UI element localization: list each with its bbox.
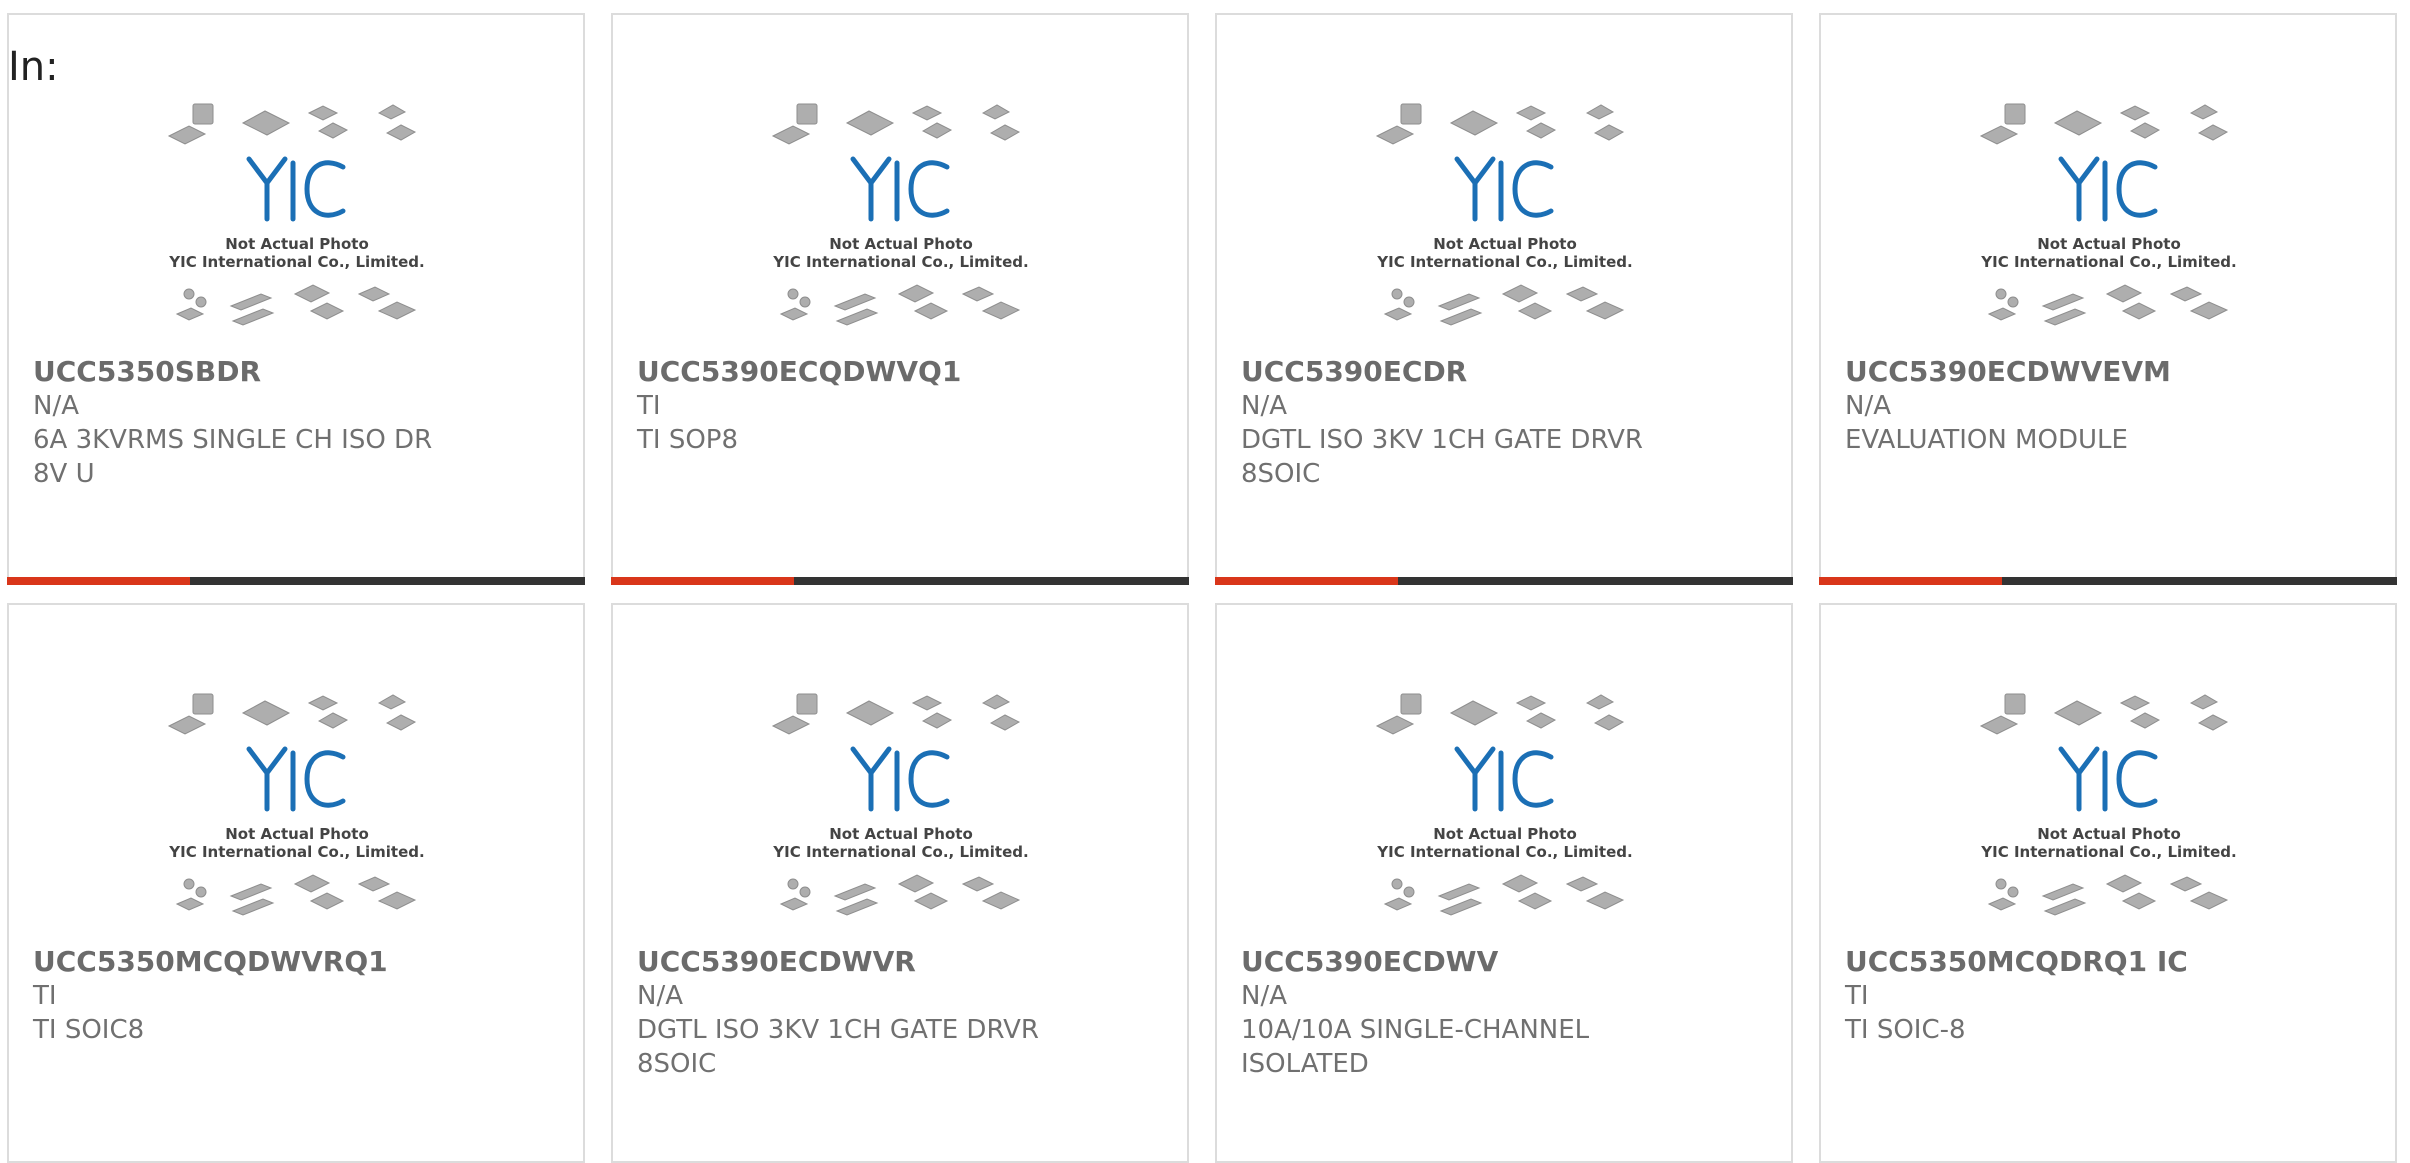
- product-image[interactable]: Not Actual Photo YIC International Co., …: [1979, 691, 2239, 931]
- part-number[interactable]: UCC5390ECDR: [1241, 355, 1781, 389]
- product-image[interactable]: Not Actual Photo YIC International Co., …: [1979, 101, 2239, 341]
- product-info: UCC5350SBDR N/A 6A 3KVRMS SINGLE CH ISO …: [33, 355, 573, 491]
- part-number[interactable]: UCC5350SBDR: [33, 355, 573, 389]
- product-card[interactable]: Not Actual Photo YIC International Co., …: [1819, 603, 2397, 1163]
- manufacturer: N/A: [33, 391, 79, 421]
- placeholder-caption-2: YIC International Co., Limited.: [1980, 253, 2236, 271]
- description: TI SOIC-8: [1845, 1015, 1966, 1045]
- placeholder-caption-2: YIC International Co., Limited.: [1376, 843, 1632, 861]
- placeholder-caption-2: YIC International Co., Limited.: [168, 843, 424, 861]
- card-accent-highlight: [7, 577, 190, 585]
- description: TI SOIC8: [33, 1015, 145, 1045]
- placeholder-caption-2: YIC International Co., Limited.: [772, 843, 1028, 861]
- product-info: UCC5390ECDWVEVM N/A EVALUATION MODULE: [1845, 355, 2385, 457]
- card-accent-bar: [7, 577, 585, 585]
- product-info: UCC5350MCQDWVRQ1 TI TI SOIC8: [33, 945, 573, 1047]
- part-number[interactable]: UCC5350MCQDWVRQ1: [33, 945, 573, 979]
- part-number[interactable]: UCC5350MCQDRQ1 IC: [1845, 945, 2385, 979]
- product-image[interactable]: Not Actual Photo YIC International Co., …: [1375, 101, 1635, 341]
- part-number[interactable]: UCC5390ECQDWVQ1: [637, 355, 1177, 389]
- description: EVALUATION MODULE: [1845, 425, 2128, 455]
- description: 10A/10A SINGLE-CHANNEL ISOLATED: [1241, 1015, 1590, 1079]
- placeholder-caption-1: Not Actual Photo: [829, 235, 973, 253]
- placeholder-caption-2: YIC International Co., Limited.: [1980, 843, 2236, 861]
- product-card[interactable]: Not Actual Photo YIC International Co., …: [1215, 13, 1793, 585]
- product-image[interactable]: Not Actual Photo YIC International Co., …: [167, 691, 427, 931]
- manufacturer: TI: [33, 981, 57, 1011]
- product-image[interactable]: Not Actual Photo YIC International Co., …: [771, 691, 1031, 931]
- product-card[interactable]: Not Actual Photo YIC International Co., …: [1819, 13, 2397, 585]
- product-card[interactable]: Not Actual Photo YIC International Co., …: [7, 603, 585, 1163]
- manufacturer: TI: [637, 391, 661, 421]
- card-accent-bar: [1819, 577, 2397, 585]
- product-card[interactable]: Not Actual Photo YIC International Co., …: [7, 13, 585, 585]
- placeholder-caption-1: Not Actual Photo: [225, 235, 369, 253]
- placeholder-caption-2: YIC International Co., Limited.: [1376, 253, 1632, 271]
- product-card[interactable]: Not Actual Photo YIC International Co., …: [611, 603, 1189, 1163]
- card-accent-bar: [1215, 577, 1793, 585]
- placeholder-caption-2: YIC International Co., Limited.: [772, 253, 1028, 271]
- product-image[interactable]: Not Actual Photo YIC International Co., …: [771, 101, 1031, 341]
- card-accent-highlight: [1215, 577, 1398, 585]
- product-info: UCC5350MCQDRQ1 IC TI TI SOIC-8: [1845, 945, 2385, 1047]
- manufacturer: N/A: [1241, 391, 1287, 421]
- placeholder-caption-2: YIC International Co., Limited.: [168, 253, 424, 271]
- product-info: UCC5390ECQDWVQ1 TI TI SOP8: [637, 355, 1177, 457]
- placeholder-caption-1: Not Actual Photo: [1433, 235, 1577, 253]
- product-card[interactable]: Not Actual Photo YIC International Co., …: [1215, 603, 1793, 1163]
- part-number[interactable]: UCC5390ECDWVEVM: [1845, 355, 2385, 389]
- product-card[interactable]: Not Actual Photo YIC International Co., …: [611, 13, 1189, 585]
- manufacturer: N/A: [637, 981, 683, 1011]
- description: 6A 3KVRMS SINGLE CH ISO DR 8V U: [33, 425, 433, 489]
- manufacturer: N/A: [1241, 981, 1287, 1011]
- card-accent-bar: [611, 577, 1189, 585]
- placeholder-caption-1: Not Actual Photo: [2037, 825, 2181, 843]
- product-image[interactable]: Not Actual Photo YIC International Co., …: [1375, 691, 1635, 931]
- part-number[interactable]: UCC5390ECDWV: [1241, 945, 1781, 979]
- product-info: UCC5390ECDR N/A DGTL ISO 3KV 1CH GATE DR…: [1241, 355, 1781, 491]
- manufacturer: N/A: [1845, 391, 1891, 421]
- placeholder-caption-1: Not Actual Photo: [225, 825, 369, 843]
- placeholder-caption-1: Not Actual Photo: [829, 825, 973, 843]
- placeholder-caption-1: Not Actual Photo: [1433, 825, 1577, 843]
- card-accent-highlight: [611, 577, 794, 585]
- part-number[interactable]: UCC5390ECDWVR: [637, 945, 1177, 979]
- product-info: UCC5390ECDWVR N/A DGTL ISO 3KV 1CH GATE …: [637, 945, 1177, 1081]
- product-image[interactable]: Not Actual Photo YIC International Co., …: [167, 101, 427, 341]
- description: DGTL ISO 3KV 1CH GATE DRVR 8SOIC: [1241, 425, 1643, 489]
- description: DGTL ISO 3KV 1CH GATE DRVR 8SOIC: [637, 1015, 1039, 1079]
- placeholder-caption-1: Not Actual Photo: [2037, 235, 2181, 253]
- card-accent-highlight: [1819, 577, 2002, 585]
- filter-label: In:: [8, 44, 59, 90]
- product-info: UCC5390ECDWV N/A 10A/10A SINGLE-CHANNEL …: [1241, 945, 1781, 1081]
- description: TI SOP8: [637, 425, 739, 455]
- manufacturer: TI: [1845, 981, 1869, 1011]
